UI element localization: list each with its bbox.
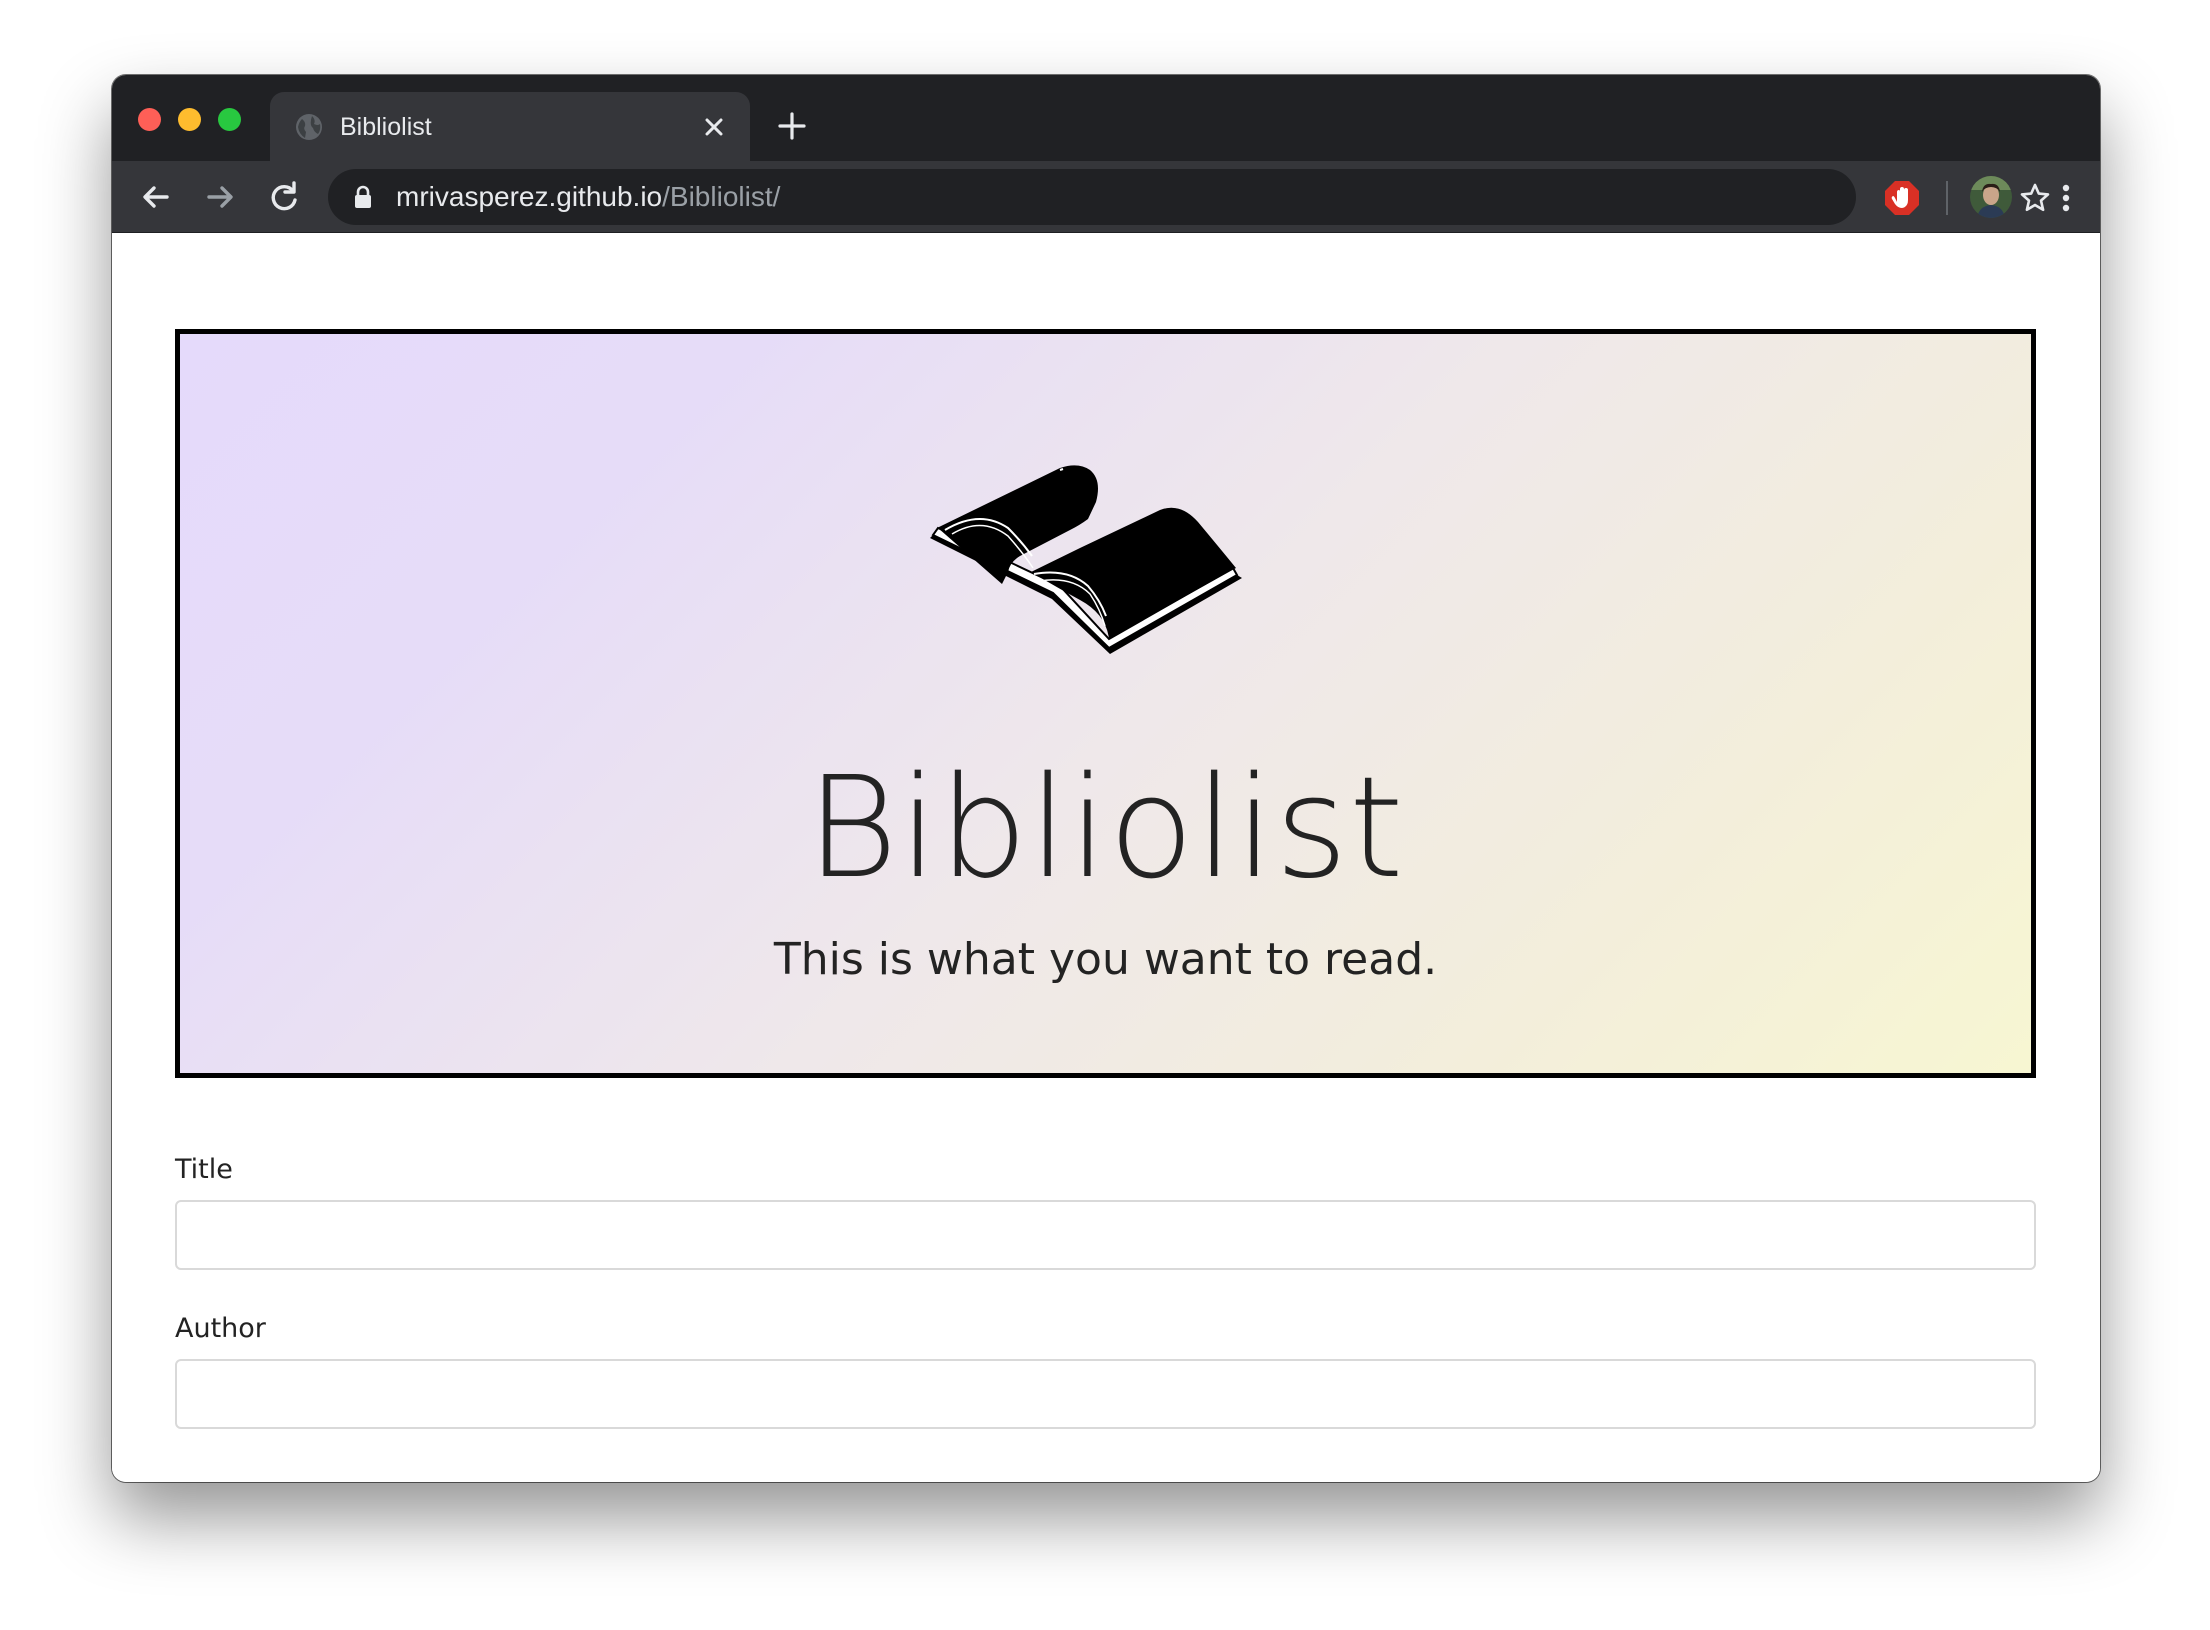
open-book-icon [930,465,1242,654]
toolbar-divider [1946,181,1948,215]
page-viewport: Bibliolist This is what you want to read… [112,233,2100,1482]
window-close-button[interactable] [138,108,161,131]
page-subtitle: This is what you want to read. [773,934,1438,985]
address-bar[interactable]: mrivasperez.github.io/Bibliolist/ [328,169,2050,225]
hero-banner: Bibliolist This is what you want to read… [175,329,2036,1078]
new-tab-icon[interactable] [776,110,808,142]
more-menu-icon[interactable] [2046,178,2086,218]
browser-window: Bibliolist mrivasperez.github.io/Bibliol… [112,75,2100,1482]
close-icon[interactable] [700,113,728,141]
page-title: Bibliolist [806,747,1405,910]
tab-strip: Bibliolist [112,75,2100,161]
avatar-photo [1970,176,2012,218]
title-field-label: Title [175,1154,233,1185]
tab-title: Bibliolist [340,113,432,141]
author-field-label: Author [175,1313,266,1344]
reload-icon[interactable] [264,177,304,217]
browser-toolbar: mrivasperez.github.io/Bibliolist/ [112,161,2100,233]
forward-arrow-icon[interactable] [200,177,240,217]
lock-icon[interactable] [352,185,374,209]
window-minimize-button[interactable] [178,108,201,131]
adblock-extension-icon[interactable] [1882,178,1922,218]
back-arrow-icon[interactable] [136,177,176,217]
title-input[interactable] [175,1200,2036,1270]
author-input[interactable] [175,1359,2036,1429]
url-text[interactable]: mrivasperez.github.io/Bibliolist/ [396,181,780,213]
url-host: mrivasperez.github.io [396,181,663,212]
screenshot-stage: Bibliolist mrivasperez.github.io/Bibliol… [0,0,2210,1630]
tab-bibliolist[interactable]: Bibliolist [270,92,750,161]
profile-avatar[interactable] [1970,176,2012,218]
window-maximize-button[interactable] [218,108,241,131]
globe-icon [296,114,322,140]
url-path: /Bibliolist/ [662,181,781,212]
